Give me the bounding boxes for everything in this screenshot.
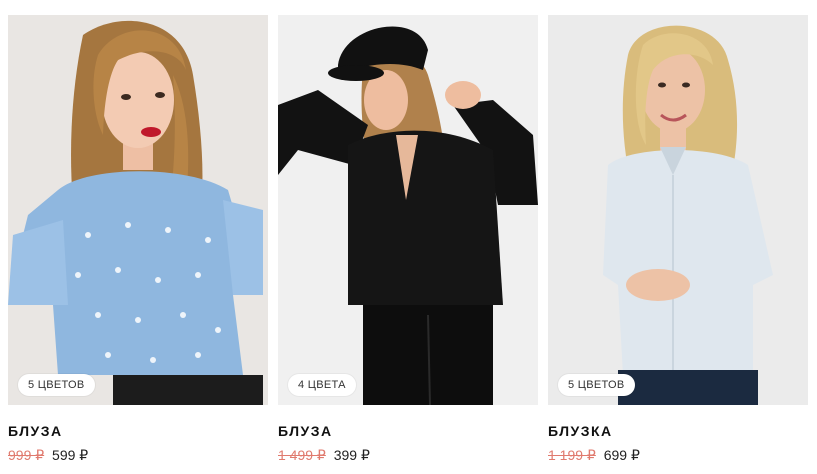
product-photo-blue-blouse [8, 15, 268, 405]
product-title[interactable]: БЛУЗА [8, 423, 268, 439]
product-image[interactable]: 5 ЦВЕТОВ [8, 15, 268, 405]
price-row: 1 199 ₽ 699 ₽ [548, 447, 808, 464]
price-row: 999 ₽ 599 ₽ [8, 447, 268, 464]
colors-badge[interactable]: 5 ЦВЕТОВ [558, 374, 635, 396]
current-price: 399 ₽ [333, 447, 370, 463]
product-grid: 5 ЦВЕТОВ БЛУЗА 999 ₽ 599 ₽ 4 ЦВЕТА БЛУЗА… [0, 0, 817, 474]
old-price: 1 199 ₽ [548, 447, 596, 463]
product-card[interactable]: 5 ЦВЕТОВ БЛУЗА 999 ₽ 599 ₽ [8, 15, 268, 464]
price-row: 1 499 ₽ 399 ₽ [278, 447, 538, 464]
old-price: 1 499 ₽ [278, 447, 326, 463]
product-photo-black-blouse [278, 15, 538, 405]
product-image[interactable]: 5 ЦВЕТОВ [548, 15, 808, 405]
product-image[interactable]: 4 ЦВЕТА [278, 15, 538, 405]
product-card[interactable]: 5 ЦВЕТОВ БЛУЗКА 1 199 ₽ 699 ₽ [548, 15, 808, 464]
product-title[interactable]: БЛУЗА [278, 423, 538, 439]
current-price: 699 ₽ [603, 447, 640, 463]
current-price: 599 ₽ [52, 447, 89, 463]
product-photo-white-shirt [548, 15, 808, 405]
old-price: 999 ₽ [8, 447, 45, 463]
colors-badge[interactable]: 5 ЦВЕТОВ [18, 374, 95, 396]
colors-badge[interactable]: 4 ЦВЕТА [288, 374, 356, 396]
product-card[interactable]: 4 ЦВЕТА БЛУЗА 1 499 ₽ 399 ₽ [278, 15, 538, 464]
product-title[interactable]: БЛУЗКА [548, 423, 808, 439]
